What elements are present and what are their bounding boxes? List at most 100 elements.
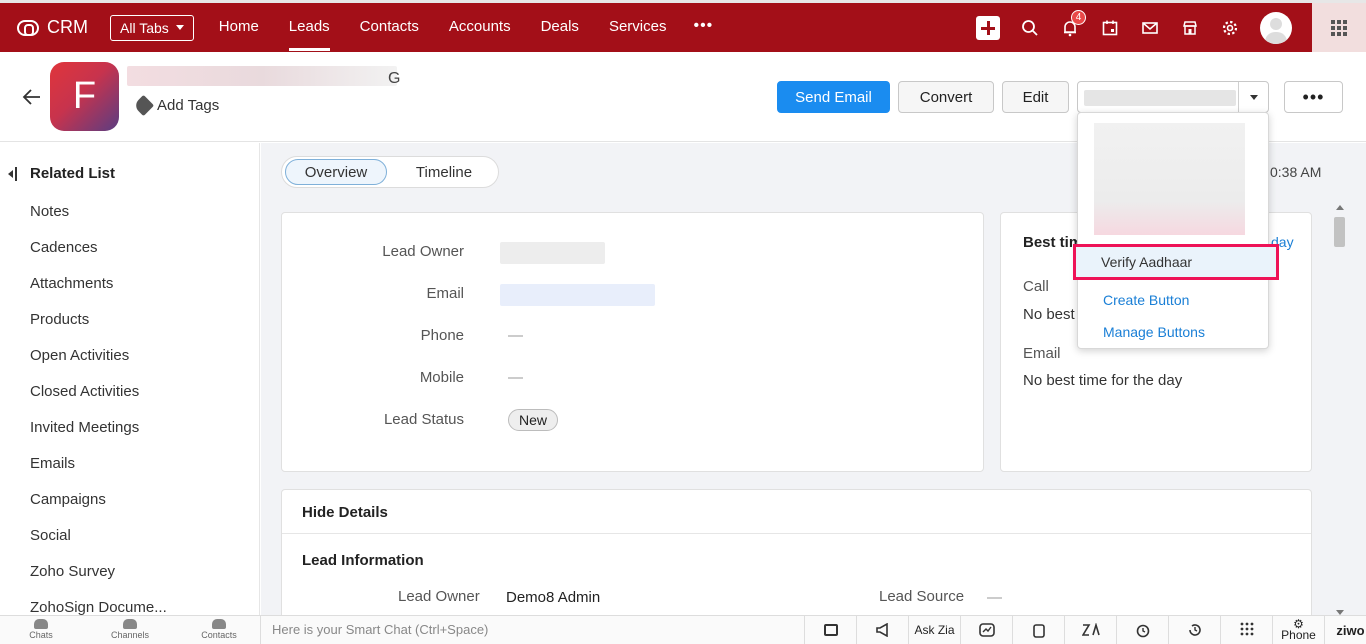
marketplace-icon[interactable]	[1180, 18, 1200, 38]
verify-aadhaar-label: Verify Aadhaar	[1101, 254, 1193, 270]
zia-icon[interactable]	[1064, 616, 1116, 644]
sidebar-item-notes[interactable]: Notes	[30, 203, 69, 220]
phone-value: —	[508, 327, 523, 344]
call-label: Call	[1023, 278, 1049, 295]
chats-label: Chats	[29, 630, 53, 640]
custom-button-dropdown[interactable]	[1077, 81, 1269, 113]
chat-icon	[34, 619, 48, 629]
email-value-blurred[interactable]	[500, 284, 655, 306]
tab-services[interactable]: Services	[594, 2, 682, 51]
convert-button[interactable]: Convert	[898, 81, 994, 113]
dialpad-icon[interactable]	[1220, 616, 1272, 644]
email-label: Email	[426, 285, 464, 302]
sidebar-item-attachments[interactable]: Attachments	[30, 275, 113, 292]
sidebar-item-closed-activities[interactable]: Closed Activities	[30, 383, 139, 400]
last-modified-time: 0:38 AM	[1270, 164, 1322, 180]
activity-icon[interactable]	[960, 616, 1012, 644]
smart-chat-input[interactable]: Here is your Smart Chat (Ctrl+Space)	[260, 616, 804, 644]
custom-button-label-blurred	[1084, 90, 1236, 106]
menu-item-create-button[interactable]: Create Button	[1103, 292, 1189, 308]
tab-overview[interactable]: Overview	[285, 159, 387, 185]
send-email-button[interactable]: Send Email	[777, 81, 890, 113]
back-arrow-icon[interactable]	[22, 86, 42, 112]
sidebar-item-products[interactable]: Products	[30, 311, 89, 328]
edit-button[interactable]: Edit	[1002, 81, 1069, 113]
megaphone-icon[interactable]	[856, 616, 908, 644]
detail-lead-owner-label: Lead Owner	[398, 588, 480, 605]
mail-icon[interactable]	[1140, 18, 1160, 38]
bottom-icons: Ask Zia ⚙ Phone ziwo	[804, 616, 1366, 644]
sidebar-item-campaigns[interactable]: Campaigns	[30, 491, 106, 508]
custom-buttons-menu: Verify Aadhaar Create Button Manage Butt…	[1073, 112, 1279, 349]
channels-icon	[123, 619, 137, 629]
ask-zia-button[interactable]: Ask Zia	[908, 616, 960, 644]
phone-button[interactable]: ⚙ Phone	[1272, 616, 1324, 644]
sidebar-item-social[interactable]: Social	[30, 527, 71, 544]
sidebar-item-invited-meetings[interactable]: Invited Meetings	[30, 419, 139, 436]
hide-details-toggle[interactable]: Hide Details	[302, 504, 388, 521]
device-icon[interactable]	[1012, 616, 1064, 644]
chats-button[interactable]: Chats	[16, 619, 66, 640]
contacts-button[interactable]: Contacts	[194, 619, 244, 640]
phone-label: Phone	[420, 327, 464, 344]
gear-icon[interactable]	[1220, 18, 1240, 38]
channels-label: Channels	[110, 630, 150, 640]
screen-share-icon[interactable]	[804, 616, 856, 644]
calendar-icon[interactable]	[1100, 18, 1120, 38]
main-scrollbar[interactable]	[1331, 205, 1347, 615]
tab-home[interactable]: Home	[204, 2, 274, 51]
add-tags-button[interactable]: Add Tags	[132, 94, 219, 117]
tab-accounts[interactable]: Accounts	[434, 2, 526, 51]
sidebar-item-open-activities[interactable]: Open Activities	[30, 347, 129, 364]
detail-lead-owner-value[interactable]: Demo8 Admin	[506, 589, 600, 606]
more-actions-button[interactable]: •••	[1284, 81, 1343, 113]
scroll-up-icon[interactable]	[1336, 205, 1344, 210]
channels-button[interactable]: Channels	[105, 619, 155, 640]
crm-logo-icon	[17, 19, 39, 36]
ziwo-label: ziwo	[1336, 622, 1365, 638]
more-tabs-button[interactable]: •••	[681, 2, 725, 51]
details-card: Hide Details Lead Information Lead Owner…	[281, 489, 1312, 629]
split-divider	[1238, 82, 1239, 112]
view-switcher: Overview Timeline	[281, 156, 499, 188]
sidebar-item-emails[interactable]: Emails	[30, 455, 75, 472]
menu-item-verify-aadhaar[interactable]: Verify Aadhaar	[1073, 244, 1279, 280]
ziwo-button[interactable]: ziwo	[1324, 616, 1366, 644]
scroll-thumb[interactable]	[1334, 217, 1345, 247]
tag-icon	[132, 94, 155, 117]
detail-lead-source-value: —	[987, 589, 1002, 606]
crm-logo[interactable]: CRM	[17, 17, 109, 38]
top-navigation: CRM All Tabs Home Leads Contacts Account…	[0, 0, 1366, 52]
tab-deals[interactable]: Deals	[526, 2, 594, 51]
chevron-down-icon	[175, 25, 184, 30]
history-icon[interactable]	[1168, 616, 1220, 644]
related-list-title: Related List	[30, 165, 116, 182]
notification-badge: 4	[1071, 9, 1086, 25]
related-list-sidebar: Related List Notes Cadences Attachments …	[0, 143, 260, 616]
lead-status-badge: New	[508, 409, 559, 431]
call-best-time-value: No best t	[1023, 306, 1084, 323]
menu-item-manage-buttons[interactable]: Manage Buttons	[1103, 324, 1205, 340]
collapse-icon[interactable]	[8, 166, 18, 181]
email-best-time-label: Email	[1023, 345, 1061, 362]
crm-logo-text: CRM	[47, 17, 88, 37]
sidebar-item-zoho-survey[interactable]: Zoho Survey	[30, 563, 115, 580]
bottom-toolbar: Chats Channels Contacts Here is your Sma…	[0, 615, 1366, 644]
bell-icon[interactable]: 4	[1060, 9, 1086, 38]
sidebar-item-cadences[interactable]: Cadences	[30, 239, 98, 256]
top-right-icons: 4	[976, 3, 1366, 52]
create-new-button[interactable]	[976, 15, 1000, 40]
chevron-down-icon[interactable]	[1250, 95, 1258, 100]
sidebar-item-zohosign-documents[interactable]: ZohoSign Docume...	[30, 599, 167, 616]
related-list-header[interactable]: Related List	[8, 165, 115, 182]
user-avatar[interactable]	[1260, 11, 1292, 44]
all-tabs-button[interactable]: All Tabs	[110, 14, 194, 41]
tab-timeline[interactable]: Timeline	[394, 159, 494, 185]
tab-contacts[interactable]: Contacts	[345, 2, 434, 51]
alarm-clock-icon[interactable]	[1116, 616, 1168, 644]
email-best-time-value: No best time for the day	[1023, 372, 1183, 389]
mobile-label: Mobile	[419, 369, 464, 386]
tab-leads[interactable]: Leads	[274, 2, 345, 51]
search-icon[interactable]	[1020, 18, 1040, 38]
app-grid-icon[interactable]	[1312, 3, 1366, 52]
